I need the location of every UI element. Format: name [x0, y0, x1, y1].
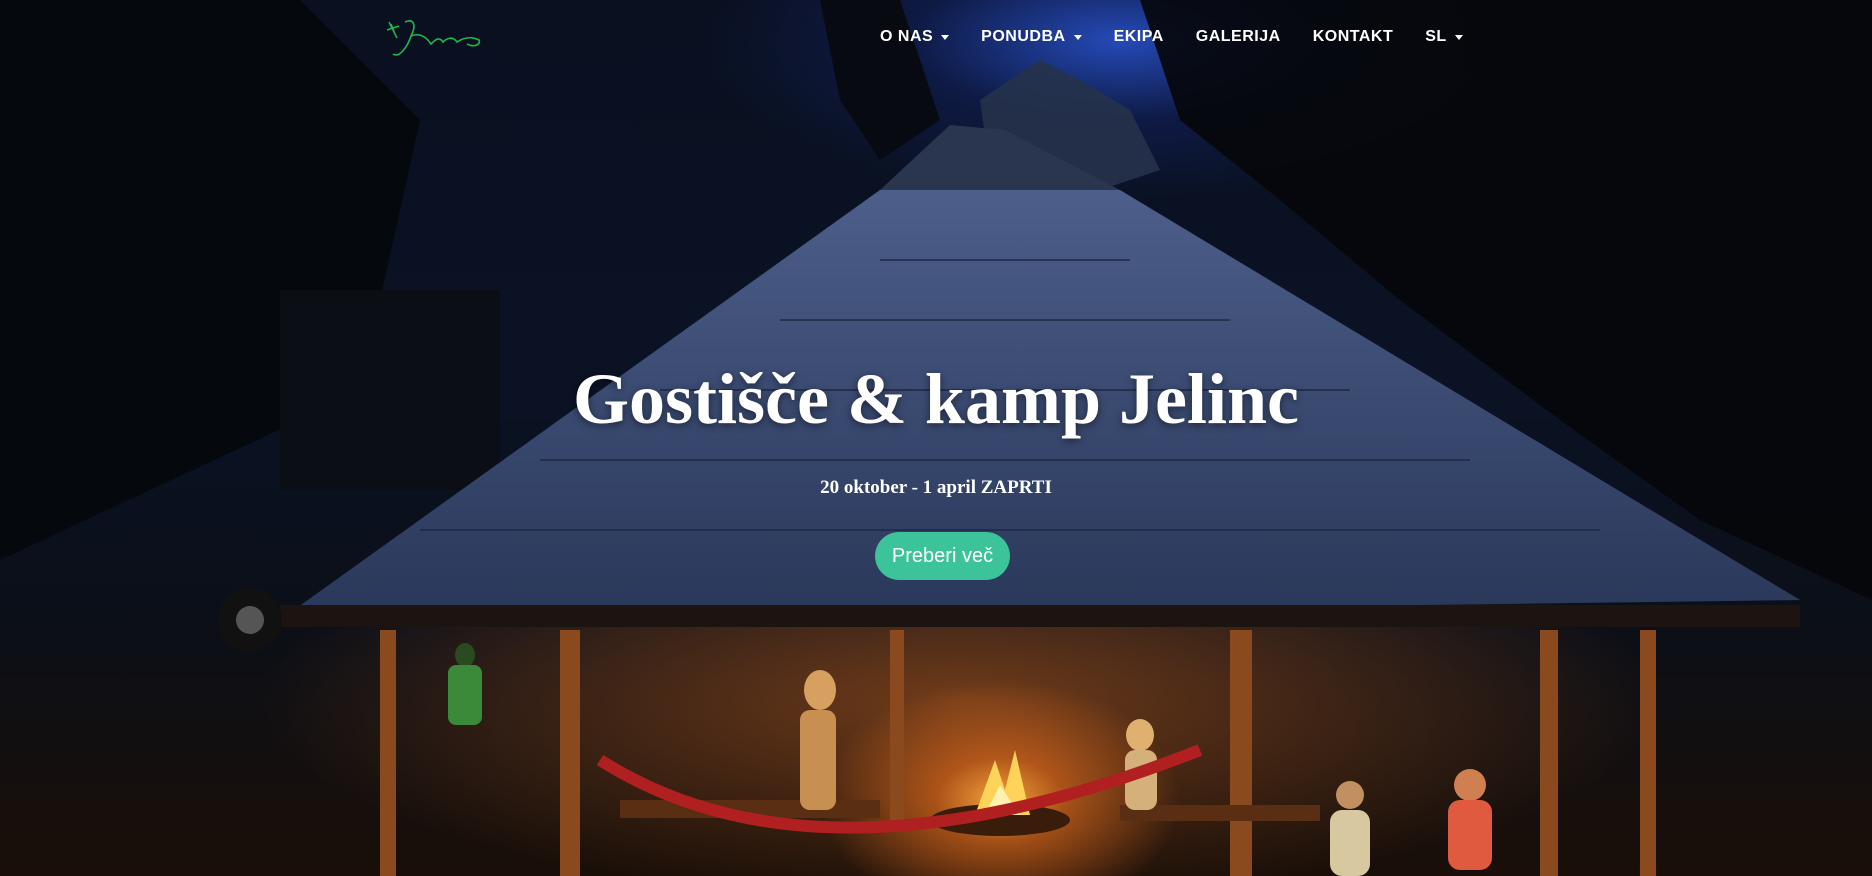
hero-title: Gostišče & kamp Jelinc	[573, 359, 1299, 439]
caret-down-icon	[1073, 34, 1082, 40]
caret-down-icon	[1454, 34, 1463, 40]
nav-item-label: PONUDBA	[981, 28, 1066, 45]
nav-item-o-nas[interactable]: O NAS	[880, 28, 950, 46]
nav-item-label: KONTAKT	[1312, 28, 1394, 45]
language-selector[interactable]: SL	[1425, 28, 1463, 46]
jelinc-logo[interactable]	[383, 14, 485, 66]
nav-item-galerija[interactable]: GALERIJA	[1196, 28, 1281, 46]
nav-item-ponudba[interactable]: PONUDBA	[981, 28, 1082, 46]
nav-item-kontakt[interactable]: KONTAKT	[1313, 28, 1394, 46]
main-navigation: O NAS PONUDBA EKIPA GALERIJA KONTAKT SL	[880, 28, 1495, 46]
hero-subtitle: 20 oktober - 1 april ZAPRTI	[820, 477, 1052, 498]
nav-item-label: SL	[1425, 28, 1447, 45]
nav-item-label: O NAS	[880, 28, 934, 45]
hero-section: O NAS PONUDBA EKIPA GALERIJA KONTAKT SL …	[0, 0, 1872, 876]
nav-item-label: GALERIJA	[1195, 28, 1281, 45]
nav-item-ekipa[interactable]: EKIPA	[1114, 28, 1164, 46]
read-more-button[interactable]: Preberi več	[875, 532, 1010, 580]
caret-down-icon	[941, 34, 950, 40]
nav-item-label: EKIPA	[1113, 28, 1164, 45]
